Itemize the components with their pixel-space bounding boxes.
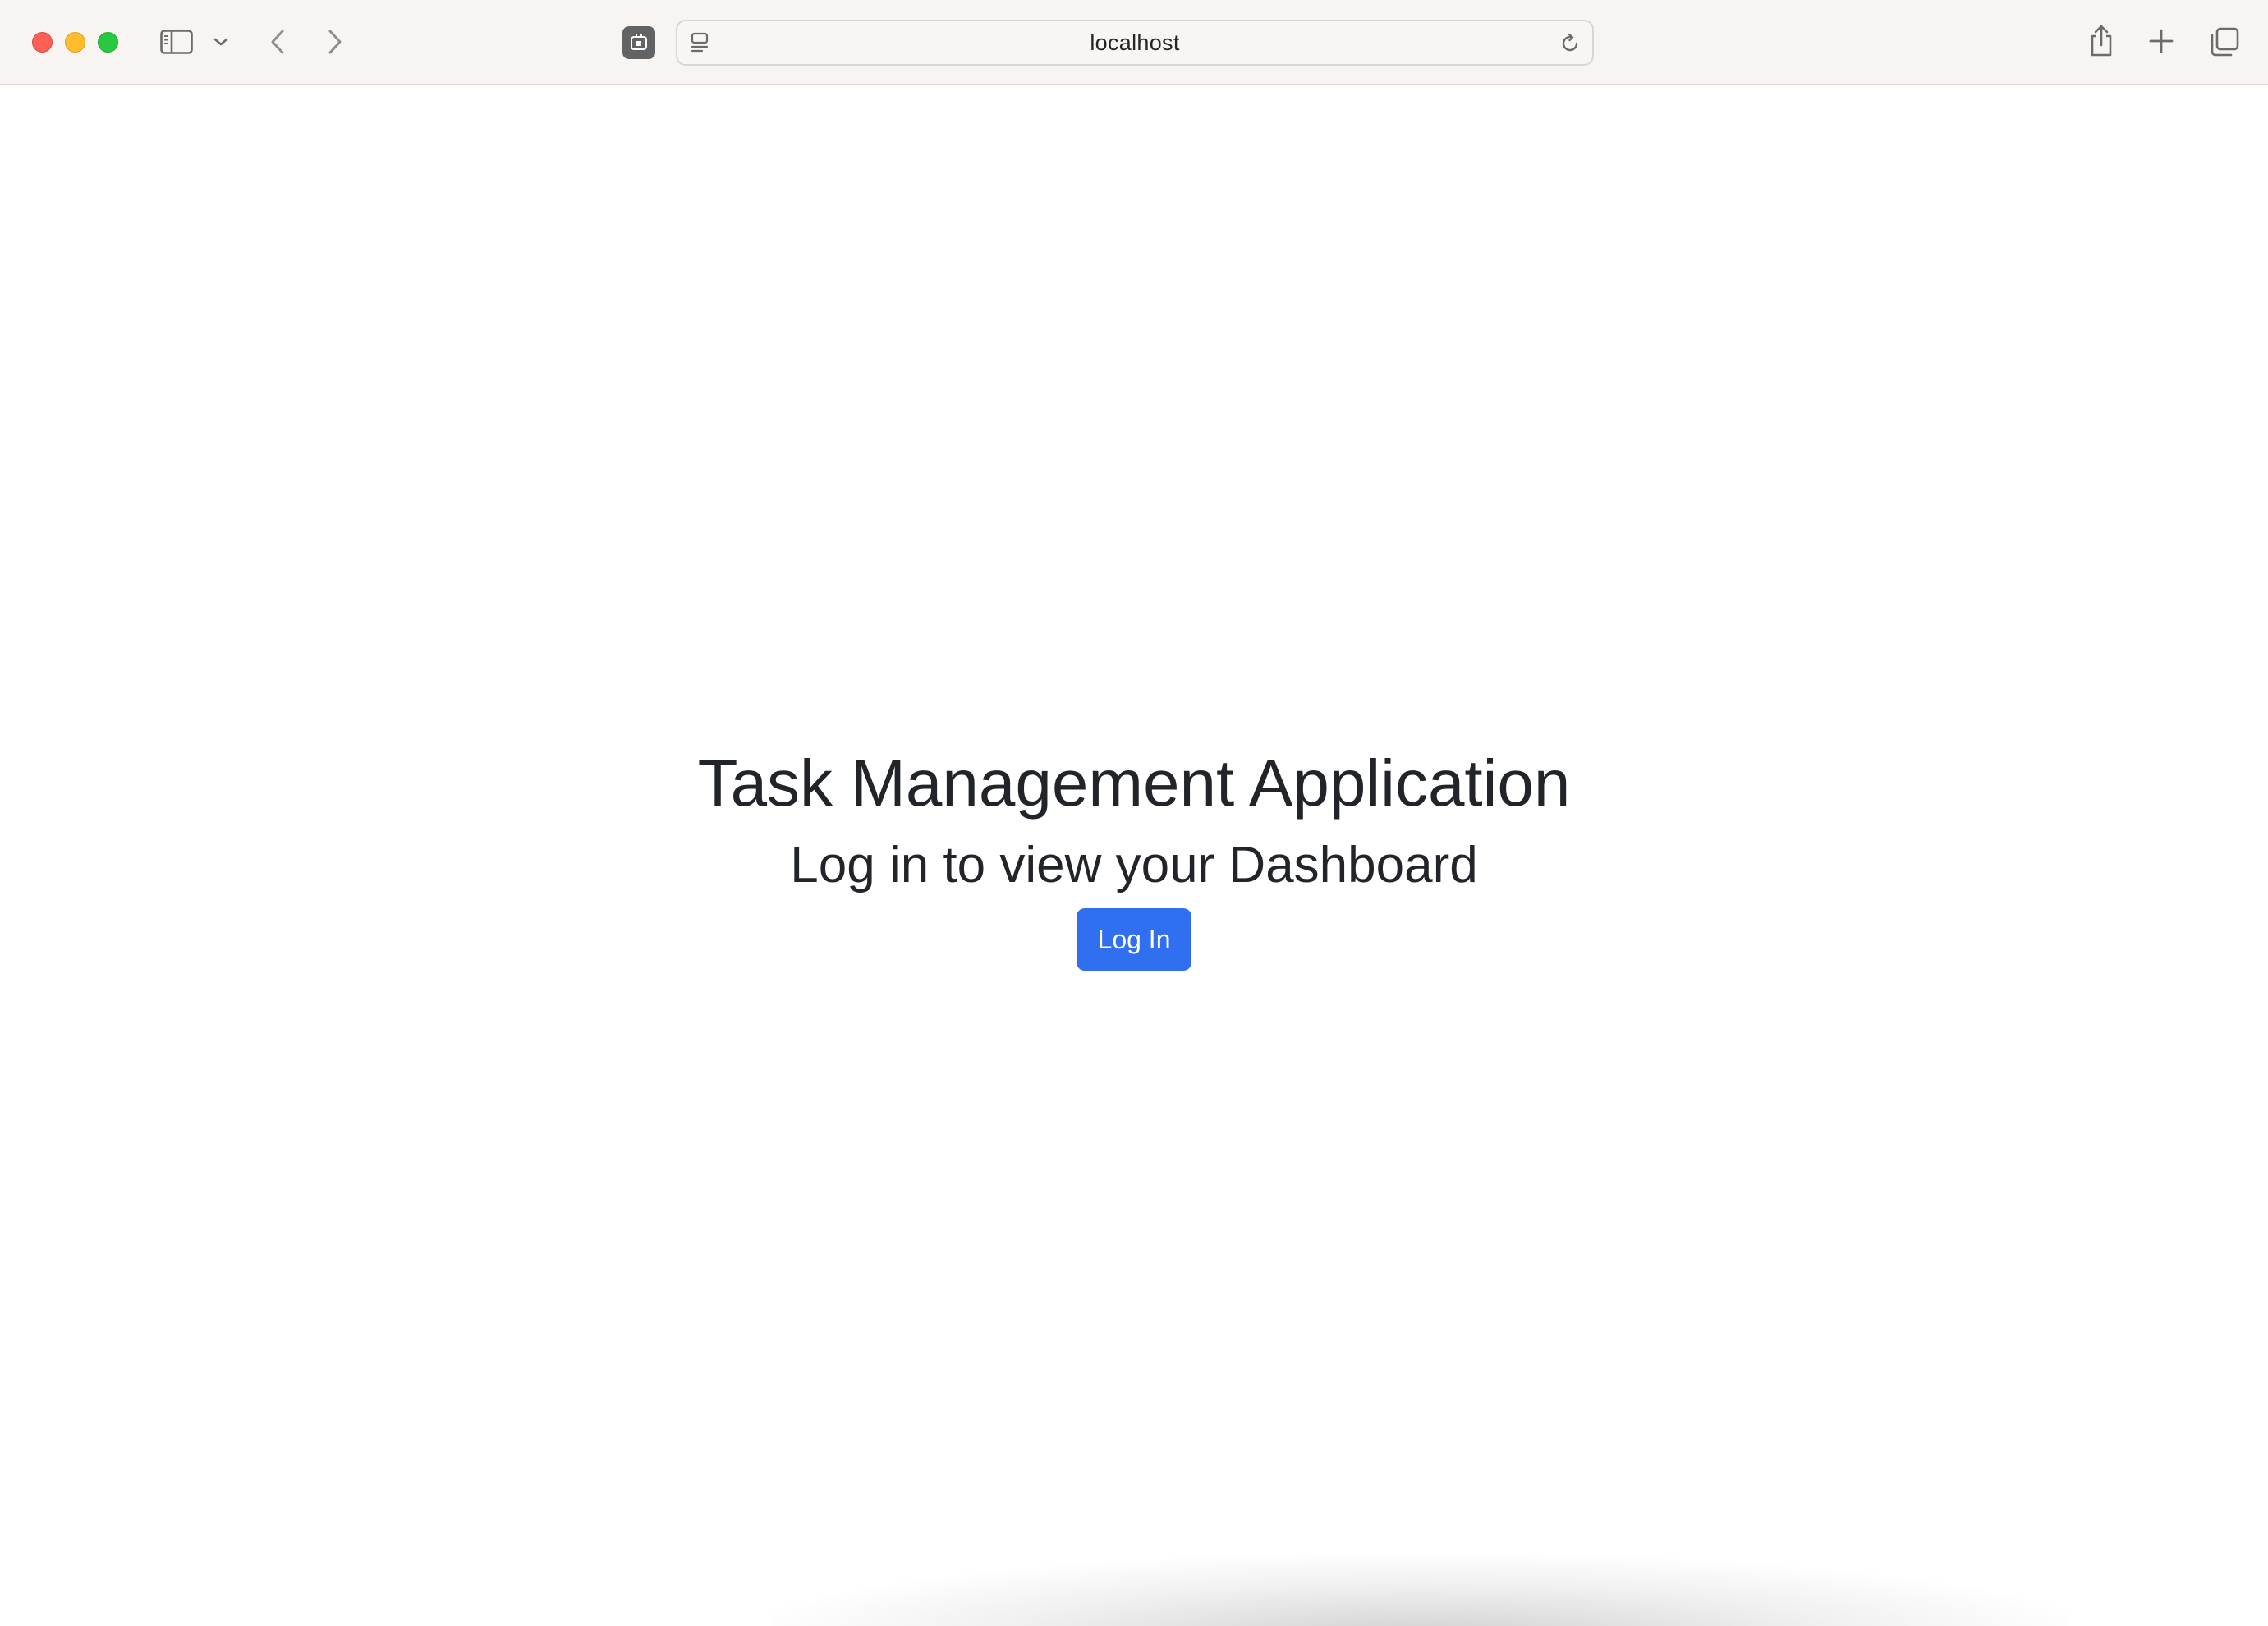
chevron-left-icon[interactable] <box>264 25 291 59</box>
window-shadow <box>772 1555 2069 1626</box>
plus-icon[interactable] <box>2145 25 2178 57</box>
address-bar[interactable]: localhost <box>676 20 1594 66</box>
tabs-icon[interactable] <box>2207 25 2242 59</box>
sidebar-icon[interactable] <box>158 26 195 57</box>
reload-icon[interactable] <box>1558 31 1582 56</box>
browser-window: localhost Task Management Application Lo… <box>0 0 2268 1626</box>
minimize-window-button[interactable] <box>65 32 85 53</box>
chevron-right-icon[interactable] <box>322 25 348 59</box>
chevron-down-icon[interactable] <box>212 33 230 51</box>
page-title: Task Management Application <box>697 746 1571 820</box>
url-text[interactable]: localhost <box>677 21 1592 64</box>
share-icon[interactable] <box>2086 23 2117 59</box>
browser-toolbar: localhost <box>0 0 2268 85</box>
close-window-button[interactable] <box>32 32 53 53</box>
extension-icon[interactable] <box>622 26 655 59</box>
maximize-window-button[interactable] <box>98 32 118 53</box>
page-content: Task Management Application Log in to vi… <box>0 85 2268 1626</box>
hero-section: Task Management Application Log in to vi… <box>0 741 2268 971</box>
page-subtitle: Log in to view your Dashboard <box>790 837 1478 893</box>
login-button[interactable]: Log In <box>1076 908 1192 971</box>
